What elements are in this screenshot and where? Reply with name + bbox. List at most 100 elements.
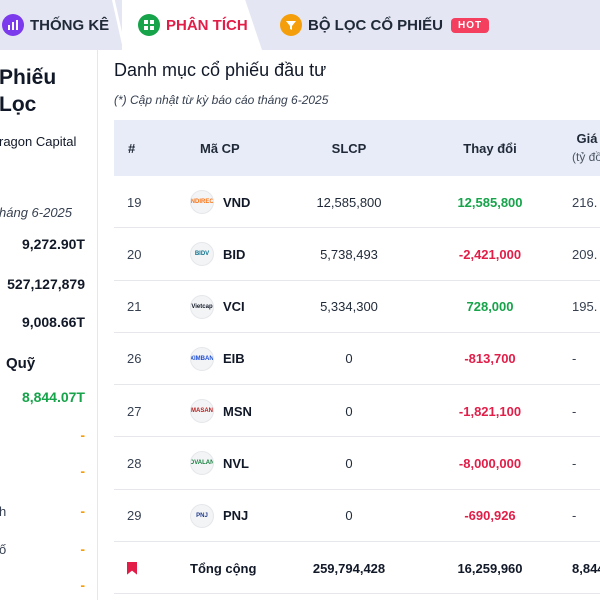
row-stock: Vietcap VCI xyxy=(190,281,245,333)
table-row[interactable]: 21 Vietcap VCI 5,334,300 728,000 195. xyxy=(114,281,600,333)
total-marker xyxy=(127,542,137,594)
fund-stat-value: 9,008.66T xyxy=(21,314,85,330)
fund-stat-label: ố xyxy=(0,542,6,557)
row-shares: 0 xyxy=(345,455,353,471)
stock-code[interactable]: BID xyxy=(223,247,245,262)
row-change: -1,821,100 xyxy=(458,403,522,419)
fund-manager: ragon Capital xyxy=(0,134,77,149)
row-change: -2,421,000 xyxy=(458,246,522,262)
table-row[interactable]: 27 MASAN MSN 0 -1,821,100 - xyxy=(114,385,600,438)
vci-logo: Vietcap xyxy=(190,294,214,319)
row-change: 12,585,800 xyxy=(457,194,523,210)
tab-analysis[interactable]: PHÂN TÍCH xyxy=(122,0,262,50)
header-index: # xyxy=(128,140,136,156)
row-index: 26 xyxy=(127,351,142,367)
row-value: - xyxy=(572,351,577,367)
vnd-logo: VNDIRECT xyxy=(190,190,214,214)
row-change: -813,700 xyxy=(464,351,516,367)
row-stock: MASAN MSN xyxy=(190,385,252,437)
pnj-logo: PNJ xyxy=(190,503,214,528)
row-change: -690,926 xyxy=(464,508,516,524)
total-label: Tổng cộng xyxy=(190,560,257,576)
hot-badge: HOT xyxy=(451,17,490,33)
fund-stat-dash: - xyxy=(80,577,85,593)
fund-title: Phiếu Lọc xyxy=(0,64,56,118)
row-shares: 0 xyxy=(345,403,353,419)
row-shares: 0 xyxy=(345,351,353,367)
row-stock: BIDV BID xyxy=(190,228,245,280)
table-row[interactable]: 26 EXIMBANK EIB 0 -813,700 - xyxy=(114,333,600,386)
row-index: 19 xyxy=(127,194,142,210)
tab-stock-filter[interactable]: BỘ LỌC CỔ PHIẾU HOT xyxy=(262,0,600,50)
tab-stock-filter-label: BỘ LỌC CỔ PHIẾU xyxy=(308,16,444,34)
fund-title-line1: Phiếu xyxy=(0,66,57,89)
total-row: Tổng cộng 259,794,428 16,259,960 8,844 xyxy=(114,542,600,595)
bar-chart-icon xyxy=(2,14,24,36)
row-index: 27 xyxy=(127,403,142,419)
row-index: 21 xyxy=(127,299,142,315)
bid-logo: BIDV xyxy=(190,242,214,267)
tab-statistics-label: THỐNG KÊ xyxy=(30,16,110,34)
fund-stat-value: 9,272.90T xyxy=(21,236,85,252)
table-row[interactable]: 19 VNDIRECT VND 12,585,800 12,585,800 21… xyxy=(114,176,600,229)
fund-update-date: háng 6-2025 xyxy=(0,205,73,220)
header-stock-code[interactable]: Mã CP xyxy=(200,120,240,176)
fund-nav-value: 8,844.07T xyxy=(21,389,85,405)
fund-sidebar: Phiếu Lọc ragon Capital háng 6-2025 9,27… xyxy=(0,50,98,600)
table-header: # Mã CP SLCP Thay đổi Giá (tỷ đồ xyxy=(114,120,600,176)
row-stock: NOVALAND NVL xyxy=(190,437,249,489)
table-row[interactable]: 29 PNJ PNJ 0 -690,926 - xyxy=(114,490,600,543)
row-value: 209. xyxy=(572,246,598,262)
row-change: 728,000 xyxy=(466,299,514,315)
nvl-logo: NOVALAND xyxy=(190,451,214,476)
tab-analysis-label: PHÂN TÍCH xyxy=(166,16,248,34)
header-value[interactable]: Giá (tỷ đồ xyxy=(572,130,600,166)
header-shares[interactable]: SLCP xyxy=(299,120,399,176)
fund-section-label: Quỹ xyxy=(6,355,36,372)
row-value: - xyxy=(572,455,577,471)
stock-code[interactable]: VCI xyxy=(223,299,245,314)
fund-stat-dash: - xyxy=(80,427,85,443)
bookmark-icon xyxy=(127,561,137,575)
top-tab-bar: THỐNG KÊ PHÂN TÍCH BỘ LỌC CỔ PHIẾU HOT xyxy=(0,0,600,50)
holdings-table: 19 VNDIRECT VND 12,585,800 12,585,800 21… xyxy=(114,176,600,595)
portfolio-panel: Danh mục cổ phiếu đầu tư (*) Cập nhật từ… xyxy=(99,50,600,600)
stock-code[interactable]: MSN xyxy=(223,404,252,419)
stock-code[interactable]: VND xyxy=(223,195,250,210)
fund-stat-label: h xyxy=(0,504,6,519)
filter-icon xyxy=(280,14,302,36)
row-stock: EXIMBANK EIB xyxy=(190,333,245,385)
total-value: 8,844 xyxy=(572,560,600,576)
total-shares: 259,794,428 xyxy=(312,560,386,576)
header-value-unit: (tỷ đồ xyxy=(572,150,600,164)
row-change: -8,000,000 xyxy=(458,455,522,471)
row-index: 29 xyxy=(127,508,142,524)
eib-logo: EXIMBANK xyxy=(190,346,214,371)
header-change[interactable]: Thay đổi xyxy=(430,120,550,176)
fund-stat-dash: - xyxy=(80,541,85,557)
stock-code[interactable]: PNJ xyxy=(223,508,248,523)
row-shares: 0 xyxy=(345,508,353,524)
update-note: (*) Cập nhật từ kỳ báo cáo tháng 6-2025 xyxy=(114,93,329,107)
row-value: - xyxy=(572,403,577,419)
table-row[interactable]: 28 NOVALAND NVL 0 -8,000,000 - xyxy=(114,437,600,490)
table-row[interactable]: 20 BIDV BID 5,738,493 -2,421,000 209. xyxy=(114,228,600,281)
row-value: 216. xyxy=(572,194,598,210)
row-index: 28 xyxy=(127,455,142,471)
stock-code[interactable]: NVL xyxy=(223,456,249,471)
grid-icon xyxy=(138,14,160,36)
fund-stat-dash: - xyxy=(80,503,85,519)
page-title: Danh mục cổ phiếu đầu tư xyxy=(114,60,327,80)
fund-stat-value: 527,127,879 xyxy=(7,276,85,292)
row-shares: 5,738,493 xyxy=(320,246,378,262)
stock-code[interactable]: EIB xyxy=(223,351,245,366)
row-value: 195. xyxy=(572,299,598,315)
fund-title-line2: Lọc xyxy=(0,93,37,116)
row-stock: PNJ PNJ xyxy=(190,490,248,542)
tab-statistics[interactable]: THỐNG KÊ xyxy=(0,0,122,50)
header-value-label: Giá xyxy=(576,131,598,146)
row-stock: VNDIRECT VND xyxy=(190,176,250,228)
msn-logo: MASAN xyxy=(190,399,214,424)
fund-stat-dash: - xyxy=(80,463,85,479)
row-shares: 5,334,300 xyxy=(320,299,378,315)
